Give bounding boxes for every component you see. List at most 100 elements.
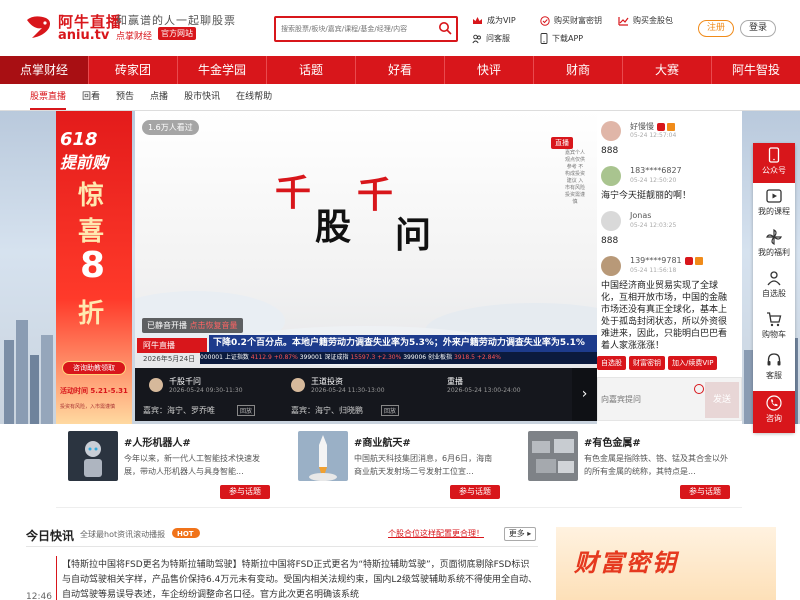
- replay-badge[interactable]: 回放: [237, 405, 256, 416]
- stock-value: 3918.5: [453, 354, 475, 361]
- search-input[interactable]: [276, 18, 434, 40]
- stock-code: 000001: [200, 354, 223, 361]
- show-title: 千 股 千 问: [275, 158, 455, 268]
- promo-banner[interactable]: 618 提前购 惊 喜 8 折 咨询助教领取 活动时间 5.21-5.31 投资…: [56, 111, 132, 424]
- join-topic-button[interactable]: 参与话题: [220, 485, 270, 499]
- show-title-char-1: 千: [275, 172, 312, 214]
- stock-name: 深证成指: [324, 354, 349, 361]
- chat-message: 好慢慢 05-24 12:57:04 888: [601, 121, 739, 165]
- chat-message: Jonas 05-24 12:03:25 888: [601, 211, 739, 255]
- headset-icon: [767, 353, 781, 366]
- topic-card[interactable]: #人形机器人# 今年以来，新一代人工智能技术快速发展，带动人形机器人与具身智能.…: [56, 424, 272, 508]
- become-vip-label: 成为VIP: [487, 16, 516, 25]
- become-vip-link[interactable]: 成为VIP: [472, 15, 516, 26]
- nav-item-kuaiping[interactable]: 快评: [445, 56, 534, 84]
- join-vip-button[interactable]: 加入/续费VIP: [668, 356, 718, 370]
- buy-key-label: 购买财富密钥: [554, 16, 602, 25]
- sub-nav-preview[interactable]: 预告: [116, 84, 134, 110]
- sub-nav-replay[interactable]: 回看: [82, 84, 100, 110]
- topic-body: 有色金属是指除铁、铬、锰及其合金以外的所有金属的统称，其特点是...: [584, 454, 728, 476]
- schedule-next-arrow-icon[interactable]: ›: [572, 368, 597, 421]
- consult-button[interactable]: 咨询: [753, 391, 795, 433]
- sub-brand: 点掌财经: [116, 32, 153, 42]
- cart-button[interactable]: 购物车: [753, 307, 795, 347]
- wealth-key-banner[interactable]: 财富密钥: [556, 527, 776, 600]
- schedule-item[interactable]: 王道投资 2026-05-24 11:30-13:00 嘉宾：海宁、归晓鹏 回放: [291, 374, 437, 416]
- wechat-official-button[interactable]: 公众号: [753, 143, 795, 183]
- video-date: 2026年5月24日: [143, 355, 196, 363]
- live-tag: 直播: [551, 137, 573, 149]
- cart-icon: [767, 312, 782, 327]
- watchlist-button[interactable]: 自选股: [597, 356, 626, 370]
- register-button[interactable]: 注册: [698, 20, 734, 37]
- logo-icon[interactable]: [24, 12, 54, 42]
- more-button[interactable]: 更多 ▸: [504, 527, 536, 541]
- stock-name: 创业板指: [428, 354, 453, 361]
- search-icon[interactable]: [438, 21, 452, 35]
- chat-date: 05-24 11:56:18: [630, 267, 677, 274]
- sub-nav-vod[interactable]: 点播: [150, 84, 168, 110]
- nav-item-haokan[interactable]: 好看: [356, 56, 445, 84]
- buy-key-link[interactable]: 购买财富密钥: [540, 15, 602, 26]
- sub-nav-help[interactable]: 在线帮助: [236, 84, 272, 110]
- news-section-subtitle: 全球最hot资讯滚动播报: [80, 530, 166, 539]
- nav-item-topics[interactable]: 话题: [267, 56, 356, 84]
- wechat-official-label: 公众号: [762, 166, 786, 175]
- wealth-key-button[interactable]: 财富密钥: [629, 356, 665, 370]
- nav-item-zhuanjia[interactable]: 砖家团: [89, 56, 178, 84]
- chat-text: 中国经济商业贸易实现了全球化，互相开放市场，中国的金融市场还没有真正全球化，基本…: [601, 281, 728, 351]
- avatar: [291, 378, 305, 392]
- download-app-link[interactable]: 下载APP: [540, 33, 583, 44]
- login-button[interactable]: 登录: [740, 20, 776, 37]
- schedule-title: 王道投资: [311, 377, 343, 386]
- replay-badge[interactable]: 回放: [381, 405, 400, 416]
- people-icon: [472, 34, 481, 43]
- schedule-item[interactable]: 重播 2026-05-24 13:00-24:00: [447, 374, 577, 414]
- send-button[interactable]: 发送: [705, 382, 739, 418]
- nav-item-xueyuan[interactable]: 牛金学园: [178, 56, 267, 84]
- join-topic-button[interactable]: 参与话题: [680, 485, 730, 499]
- schedule-time: 2026-05-24 09:30-11:30: [169, 387, 243, 394]
- program-schedule: 千股千问 2026-05-24 09:30-11:30 嘉宾：海宁、罗乔唯 回放 …: [135, 368, 597, 421]
- sub-nav-news[interactable]: 股市快讯: [184, 84, 220, 110]
- chat-message: 139****9781 05-24 11:56:18 中国经济商业贸易实现了全球…: [601, 256, 739, 354]
- nav-item-contest[interactable]: 大赛: [623, 56, 712, 84]
- chat-date: 05-24 12:57:04: [630, 132, 677, 139]
- promo-618: 618: [60, 129, 98, 150]
- buy-gold-link[interactable]: 购买金股包: [618, 15, 673, 26]
- level-badge-icon: [694, 256, 703, 265]
- watchlist-sidebar-button[interactable]: 自选股: [753, 266, 795, 306]
- ask-guest-input[interactable]: [601, 381, 701, 417]
- nav-item-dianzhang[interactable]: 点掌财经: [0, 56, 89, 84]
- unmute-link[interactable]: 点击恢复音量: [190, 321, 238, 330]
- disclaimer-vertical: 嘉宾个人观点仅供参考 不构成投资建议 入市有风险 投资需谨慎: [565, 150, 586, 205]
- topics-row: #人形机器人# 今年以来，新一代人工智能技术快速发展，带动人形机器人与具身智能.…: [56, 424, 742, 508]
- emoji-icon[interactable]: [694, 384, 704, 394]
- stock-index-strip: 000001 上证指数 4112.9 +0.87% 399001 深证成指 15…: [200, 352, 597, 364]
- my-courses-label: 我的课程: [758, 207, 790, 216]
- portfolio-tip-link[interactable]: 个股合位这样配置更合理！: [388, 528, 484, 539]
- unmute-bar[interactable]: 已静音开播 点击恢复音量: [142, 318, 243, 333]
- promo-surprise-1: 惊: [78, 181, 105, 211]
- nav-item-caishang[interactable]: 财商: [534, 56, 623, 84]
- join-topic-button[interactable]: 参与话题: [450, 485, 500, 499]
- chat-text: 海宁今天挺靓丽的啊！: [601, 191, 692, 201]
- brand-domain[interactable]: aniu.tv: [58, 28, 109, 43]
- promo-period: 活动时间 5.21-5.31: [60, 387, 128, 395]
- main-nav: 点掌财经 砖家团 牛金学园 话题 好看 快评 财商 大赛 阿牛智投: [0, 56, 800, 84]
- service-button[interactable]: 客服: [753, 348, 795, 388]
- timeline-bar: [56, 556, 57, 600]
- my-courses-button[interactable]: 我的课程: [753, 184, 795, 224]
- nav-item-zhitou[interactable]: 阿牛智投: [712, 56, 800, 84]
- chat-action-buttons: 自选股 财富密钥 加入/续费VIP: [597, 356, 742, 370]
- my-benefits-button[interactable]: 我的福利: [753, 225, 795, 265]
- topic-card[interactable]: #商业航天# 中国航天科技集团消息，6月6日，海南商业航天发射场二号发射工位宣.…: [286, 424, 502, 508]
- news-item[interactable]: 【特斯拉中国将FSD更名为特斯拉辅助驾驶】特斯拉中国将FSD正式更名为“特斯拉辅…: [62, 558, 538, 600]
- schedule-item[interactable]: 千股千问 2026-05-24 09:30-11:30 嘉宾：海宁、罗乔唯 回放: [143, 374, 289, 416]
- sub-nav-live[interactable]: 股票直播: [30, 84, 67, 110]
- download-app-label: 下载APP: [552, 34, 584, 43]
- user-icon: [767, 271, 781, 286]
- customer-service-link[interactable]: 问客服: [472, 33, 510, 44]
- promo-cta-button[interactable]: 咨询助教领取: [62, 361, 126, 375]
- topic-card[interactable]: #有色金属# 有色金属是指除铁、铬、锰及其合金以外的所有金属的统称，其特点是..…: [516, 424, 732, 508]
